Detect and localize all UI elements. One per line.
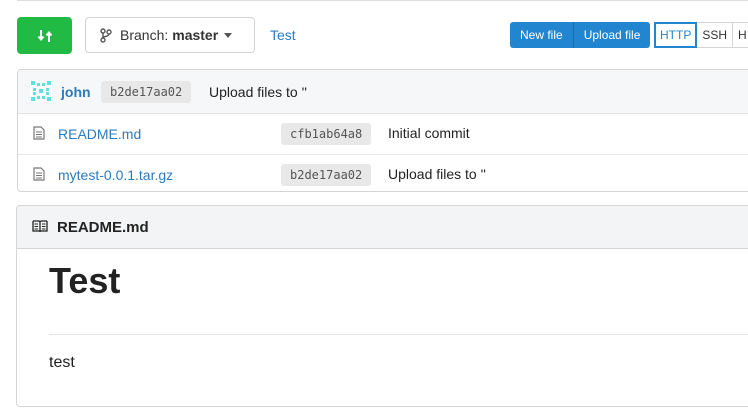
breadcrumb-repo[interactable]: Test	[270, 27, 296, 43]
readme-panel: README.md Test test	[16, 205, 748, 407]
file-actions: New file Upload file	[510, 22, 651, 48]
readme-header: README.md	[17, 206, 748, 249]
branch-label: Branch:	[120, 27, 169, 43]
commit-message: Upload files to ''	[388, 166, 486, 182]
branch-dropdown[interactable]: Branch: master	[85, 17, 255, 53]
compare-button[interactable]	[17, 17, 72, 54]
top-divider	[17, 0, 748, 1]
commit-sha-button[interactable]: b2de17aa02	[281, 164, 372, 186]
table-row: README.md cfb1ab64a8 Initial commit	[18, 114, 748, 155]
readme-body-text: test	[49, 354, 75, 371]
commit-sha-button[interactable]: b2de17aa02	[101, 81, 192, 103]
avatar[interactable]	[30, 80, 52, 102]
clone-protocol-group: HTTP SSH H	[654, 22, 748, 48]
commit-sha-button[interactable]: cfb1ab64a8	[281, 123, 372, 145]
book-icon	[32, 220, 48, 232]
branch-icon	[100, 27, 112, 43]
commit-message: Upload files to ''	[209, 84, 307, 100]
readme-filename: README.md	[57, 219, 149, 236]
http-button[interactable]: HTTP	[654, 22, 698, 48]
heading-divider	[49, 334, 748, 335]
file-table: john b2de17aa02 Upload files to '' READM…	[17, 69, 748, 192]
file-name-link[interactable]: mytest-0.0.1.tar.gz	[58, 167, 173, 183]
file-name-link[interactable]: README.md	[58, 126, 141, 142]
new-file-button[interactable]: New file	[510, 22, 573, 48]
file-text-icon	[33, 126, 45, 140]
readme-heading: Test	[49, 260, 121, 301]
commit-message: Initial commit	[388, 125, 470, 141]
latest-commit-bar: john b2de17aa02 Upload files to ''	[18, 70, 748, 114]
compare-icon	[37, 29, 52, 42]
ssh-button[interactable]: SSH	[697, 22, 734, 48]
upload-file-button[interactable]: Upload file	[572, 22, 651, 48]
commit-author[interactable]: john	[61, 84, 91, 100]
file-archive-icon	[33, 167, 45, 181]
table-row: mytest-0.0.1.tar.gz b2de17aa02 Upload fi…	[18, 155, 748, 191]
chevron-down-icon	[224, 32, 233, 38]
protocol-button-clipped[interactable]: H	[733, 22, 748, 48]
branch-name: master	[172, 27, 219, 43]
